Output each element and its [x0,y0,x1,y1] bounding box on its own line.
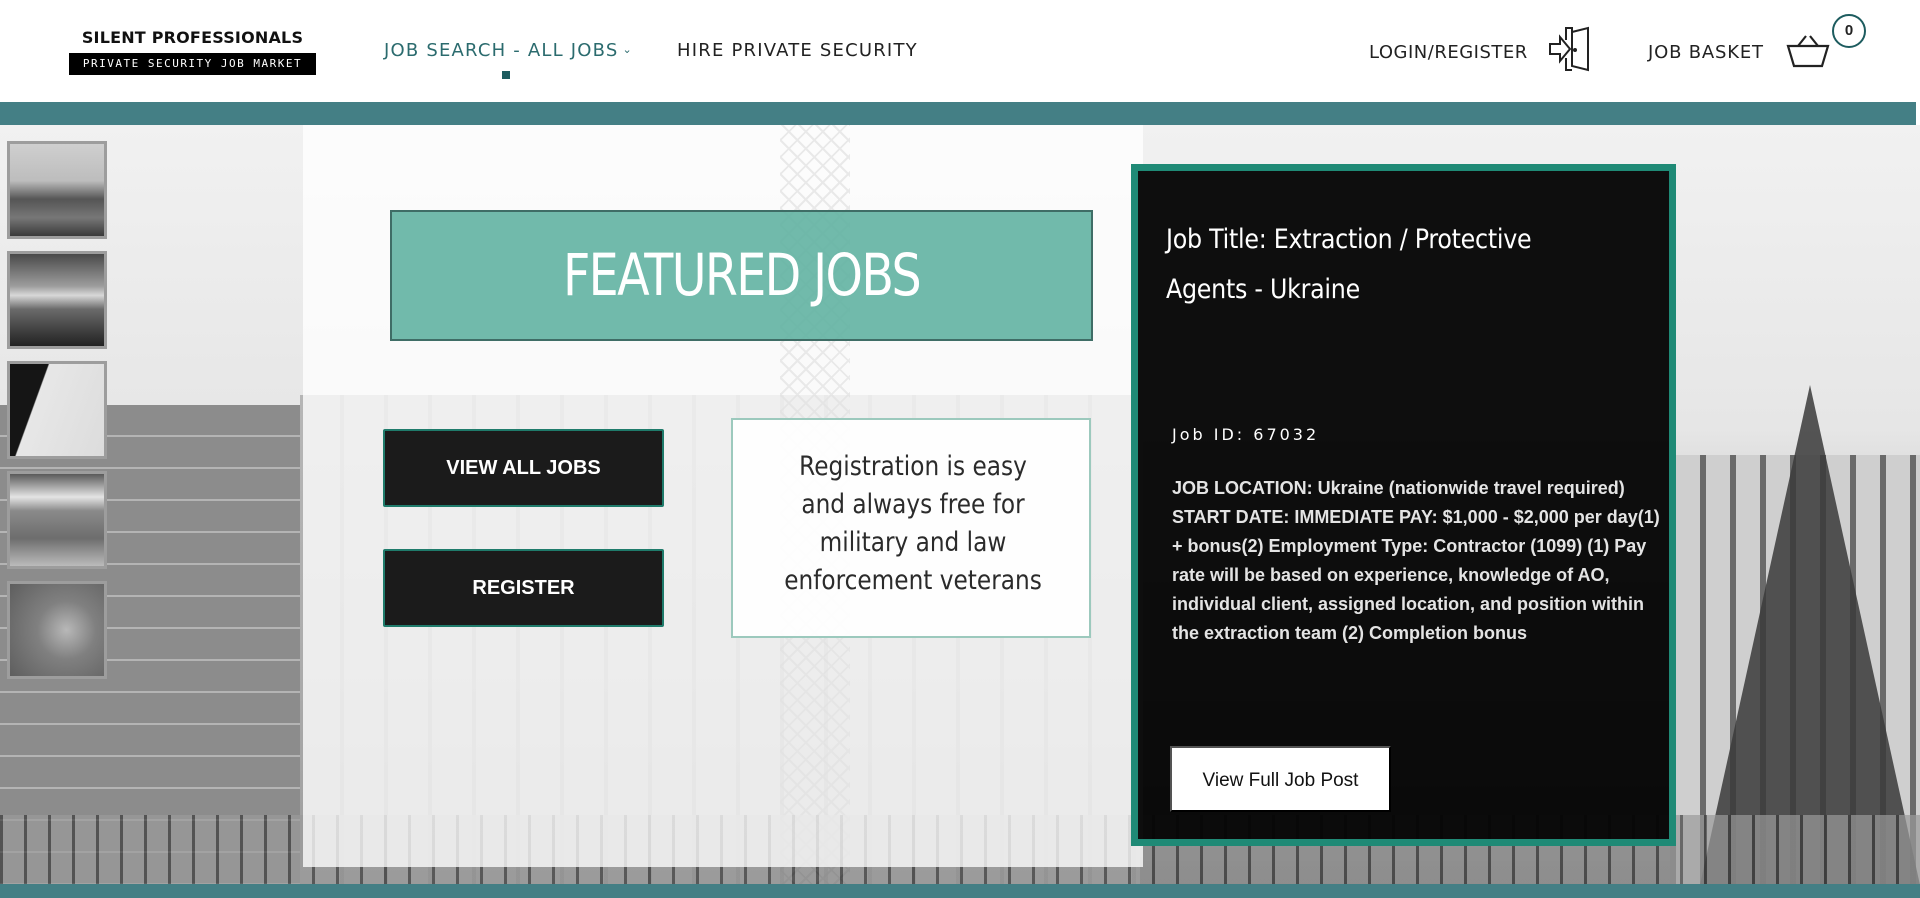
registration-info-text: Registration is easy and always free for… [784,451,1042,596]
job-basket-link[interactable]: JOB BASKET [1648,42,1764,63]
active-nav-indicator [502,71,510,79]
nav-job-search-label: JOB SEARCH - ALL JOBS [384,40,619,61]
register-button[interactable]: REGISTER [383,549,664,627]
footer-accent-band [0,884,1920,898]
thumbnail-strip [7,141,109,691]
featured-jobs-banner: FEATURED JOBS [390,210,1093,341]
thumbnail-terrain[interactable] [7,581,107,679]
logo-title: SILENT PROFESSIONALS [81,28,304,47]
basket-icon[interactable] [1786,30,1830,70]
thumbnail-sunset-sea[interactable] [7,251,107,349]
thumbnail-power-plant[interactable] [7,141,107,239]
featured-job-card: Job Title: Extraction / Protective Agent… [1131,164,1676,846]
site-logo[interactable]: SILENT PROFESSIONALS PRIVATE SECURITY JO… [69,28,316,75]
thumbnail-aerial-river[interactable] [7,471,107,569]
job-title: Job Title: Extraction / Protective Agent… [1166,224,1532,305]
chevron-down-icon: ⌄ [622,43,633,56]
view-all-jobs-button[interactable]: VIEW ALL JOBS [383,429,664,507]
login-register-link[interactable]: LOGIN/REGISTER [1369,42,1528,63]
job-id: Job ID: 67032 [1172,425,1320,444]
nav-hire-private-security[interactable]: HIRE PRIVATE SECURITY [677,40,918,61]
site-header: SILENT PROFESSIONALS PRIVATE SECURITY JO… [0,0,1920,102]
basket-count-badge: 0 [1832,14,1866,48]
login-door-icon[interactable] [1548,26,1596,72]
thumbnail-map[interactable] [7,361,107,459]
job-description: JOB LOCATION: Ukraine (nationwide travel… [1172,478,1660,643]
hero-section: FEATURED JOBS VIEW ALL JOBS REGISTER Reg… [0,125,1920,884]
featured-jobs-title: FEATURED JOBS [562,241,922,309]
logo-tagline: PRIVATE SECURITY JOB MARKET [69,53,316,75]
background-tree-image [1700,385,1920,884]
registration-info-box: Registration is easy and always free for… [731,418,1091,638]
view-full-job-post-button[interactable]: View Full Job Post [1170,746,1391,812]
header-accent-band [0,102,1916,125]
nav-job-search[interactable]: JOB SEARCH - ALL JOBS ⌄ [384,40,633,61]
